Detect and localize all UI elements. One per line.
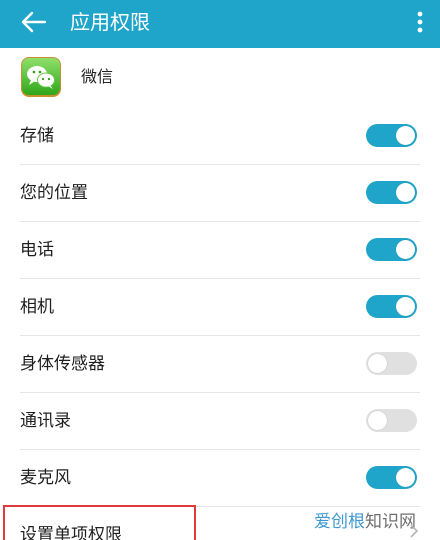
toggle-knob	[396, 126, 415, 145]
permission-row-phone[interactable]: 电话	[0, 222, 440, 279]
more-vertical-icon	[417, 11, 423, 33]
wechat-icon	[21, 57, 61, 97]
toggle-switch[interactable]	[366, 124, 417, 147]
toggle-knob	[396, 468, 415, 487]
watermark-part-2: 知识网	[365, 512, 416, 532]
permission-label: 相机	[20, 297, 54, 317]
permission-row-camera[interactable]: 相机	[0, 279, 440, 336]
toggle-switch[interactable]	[366, 466, 417, 489]
chevron-right-icon	[410, 524, 418, 538]
permission-label: 您的位置	[20, 183, 88, 203]
permission-row-storage[interactable]: 存储	[0, 108, 440, 165]
permission-label: 电话	[20, 240, 54, 260]
top-app-bar: 应用权限	[0, 0, 440, 48]
toggle-switch[interactable]	[366, 352, 417, 375]
permission-label: 身体传感器	[20, 354, 105, 374]
permission-label: 麦克风	[20, 468, 71, 488]
toggle-switch[interactable]	[366, 409, 417, 432]
app-name: 微信	[81, 67, 114, 86]
watermark: 爱创根知识网	[314, 510, 416, 534]
toggle-switch[interactable]	[366, 295, 417, 318]
permission-label: 存储	[20, 126, 54, 146]
watermark-part-1: 爱创根	[314, 512, 365, 532]
page-title: 应用权限	[70, 10, 150, 34]
toggle-switch[interactable]	[366, 238, 417, 261]
highlight-box	[3, 505, 196, 540]
permission-row-location[interactable]: 您的位置	[0, 165, 440, 222]
permission-list: 存储 您的位置 电话 相机 身体传感器 通讯录 麦克风	[0, 108, 440, 507]
permission-row-contacts[interactable]: 通讯录	[0, 393, 440, 450]
permission-row-microphone[interactable]: 麦克风	[0, 450, 440, 507]
app-header: 微信	[0, 48, 440, 104]
more-options-button[interactable]	[408, 6, 432, 38]
toggle-knob	[368, 411, 387, 430]
permission-label: 通讯录	[20, 411, 71, 431]
back-button[interactable]	[14, 6, 54, 38]
arrow-left-icon	[21, 11, 47, 33]
app-permissions-screen: 应用权限 微信 存储 您的位置 电话 相机 身体传感器 通讯录 麦克风 设置单项…	[0, 0, 440, 540]
toggle-knob	[396, 183, 415, 202]
toggle-knob	[396, 240, 415, 259]
toggle-switch[interactable]	[366, 181, 417, 204]
toggle-knob	[396, 297, 415, 316]
permission-row-body-sensors[interactable]: 身体传感器	[0, 336, 440, 393]
toggle-knob	[368, 354, 387, 373]
